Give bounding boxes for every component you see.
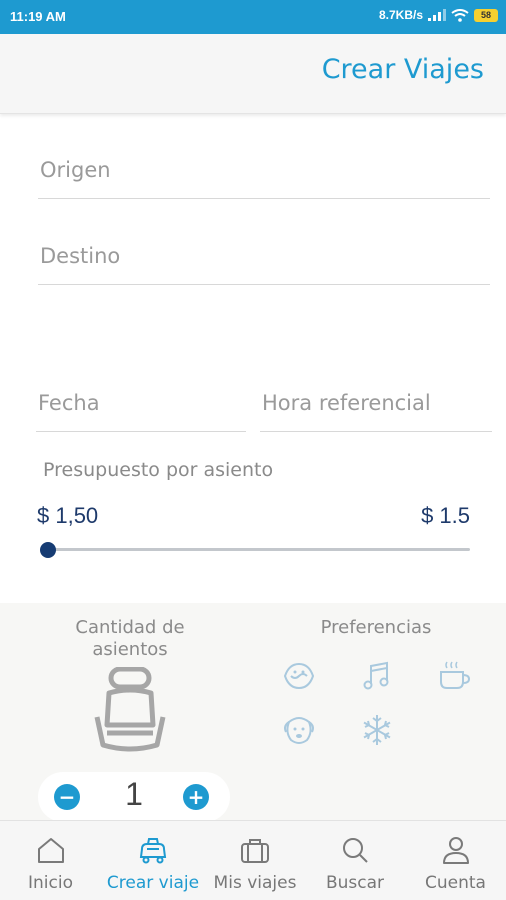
- seats-title: Cantidad de asientos: [75, 617, 185, 660]
- home-icon: [37, 838, 64, 863]
- destination-placeholder: Destino: [40, 244, 121, 268]
- briefcase-icon: [241, 839, 269, 863]
- status-indicators: 8.7KB/s 58: [379, 8, 498, 22]
- nav-item-mis-viajes[interactable]: Mis viajes: [205, 821, 305, 900]
- seat-icon: [94, 667, 166, 752]
- nav-item-cuenta[interactable]: Cuenta: [405, 821, 506, 900]
- nav-label-mis-viajes: Mis viajes: [213, 873, 297, 893]
- search-icon: [343, 838, 368, 863]
- network-speed: 8.7KB/s: [378, 8, 423, 22]
- nav-label-cuenta: Cuenta: [425, 873, 486, 893]
- app-header: Crear Viajes: [0, 34, 506, 114]
- nav-item-inicio[interactable]: Inicio: [0, 821, 101, 900]
- date-placeholder: Fecha: [38, 391, 100, 415]
- status-bar: 11:19 AM 8.7KB/s 58: [0, 0, 506, 34]
- battery-icon: 58: [474, 8, 498, 22]
- air-conditioning-icon[interactable]: [359, 712, 395, 748]
- preferences-title: Preferencias: [320, 617, 432, 638]
- budget-min-value: $ 1,50: [37, 503, 99, 528]
- origin-placeholder: Origen: [40, 158, 111, 182]
- smoking-icon[interactable]: [281, 658, 317, 694]
- bottom-nav: Inicio Crear viaje Mis viajes Buscar Cue…: [0, 820, 506, 900]
- pet-icon[interactable]: [281, 712, 317, 748]
- origin-field[interactable]: Origen: [38, 140, 490, 199]
- page-title: Crear Viajes: [321, 54, 484, 85]
- time-field[interactable]: Hora referencial: [260, 366, 492, 432]
- budget-max-value: $ 1.5: [421, 503, 470, 528]
- budget-slider-thumb[interactable]: [40, 542, 56, 558]
- nav-label-inicio: Inicio: [28, 873, 73, 893]
- wifi-icon: [451, 8, 469, 22]
- budget-slider-track[interactable]: [48, 548, 470, 551]
- decrement-seats-button[interactable]: −: [54, 784, 80, 810]
- budget-label: Presupuesto por asiento: [43, 459, 274, 481]
- music-icon[interactable]: [359, 658, 395, 694]
- seat-count-stepper: − 1 +: [38, 772, 230, 822]
- nav-item-crear-viaje[interactable]: Crear viaje: [101, 821, 205, 900]
- seat-count-value: 1: [125, 776, 143, 812]
- increment-seats-button[interactable]: +: [183, 784, 209, 810]
- car-icon: [139, 838, 167, 864]
- destination-field[interactable]: Destino: [38, 226, 490, 285]
- nav-item-buscar[interactable]: Buscar: [305, 821, 405, 900]
- status-time: 11:19 AM: [10, 9, 66, 24]
- signal-icon: [428, 9, 446, 21]
- time-placeholder: Hora referencial: [262, 391, 431, 415]
- user-icon: [442, 837, 469, 864]
- date-field[interactable]: Fecha: [36, 366, 246, 432]
- nav-label-crear-viaje: Crear viaje: [106, 873, 200, 893]
- coffee-icon[interactable]: [436, 658, 472, 694]
- nav-label-buscar: Buscar: [325, 873, 385, 893]
